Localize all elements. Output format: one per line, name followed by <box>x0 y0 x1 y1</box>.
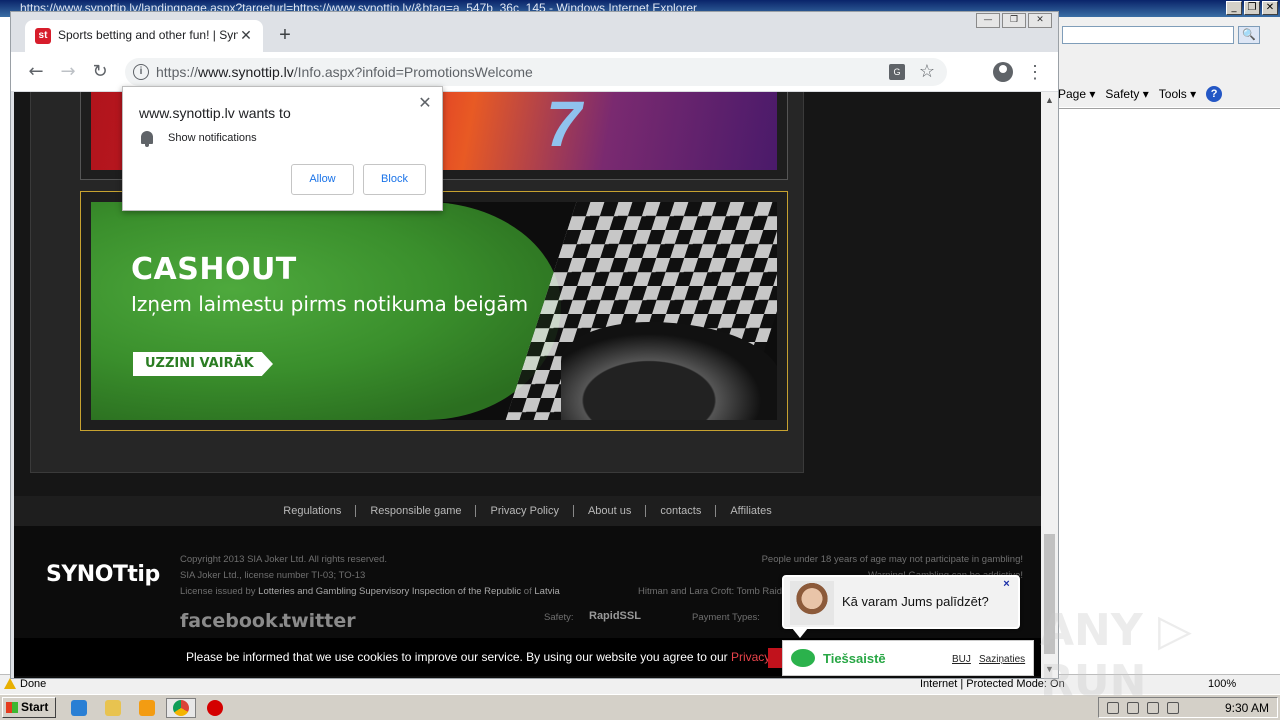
chat-prompt-bubble[interactable]: Kā varam Jums palīdzēt? × <box>782 575 1020 629</box>
footer-link-affiliates[interactable]: Affiliates <box>716 505 785 517</box>
license-text: SIA Joker Ltd., license number TI-03; TO… <box>180 570 366 581</box>
taskbar-security-icon[interactable] <box>200 698 230 718</box>
license-of: of <box>523 586 532 597</box>
back-button[interactable]: ← <box>24 60 48 84</box>
license-prefix: License issued by <box>180 586 256 597</box>
chrome-minimize-button[interactable]: — <box>976 13 1000 28</box>
url-path: /Info.aspx?infoid=PromotionsWelcome <box>293 64 533 80</box>
ie-search-input[interactable] <box>1062 26 1234 44</box>
help-icon[interactable]: ? <box>1206 86 1223 102</box>
profile-icon[interactable] <box>993 62 1013 82</box>
start-button[interactable]: Start <box>2 697 56 718</box>
facebook-link[interactable]: facebook. <box>180 610 285 632</box>
ie-menu-safety[interactable]: Safety ▾ <box>1105 87 1148 101</box>
url-host: www.synottip.lv <box>198 64 294 80</box>
footer-nav: Regulations Responsible game Privacy Pol… <box>14 496 1041 526</box>
taskbar-folder-icon[interactable] <box>98 698 128 718</box>
ie-menu-page[interactable]: Page ▾ <box>1058 87 1095 101</box>
payment-types-label: Payment Types: <box>692 612 760 623</box>
slot-seven-graphic: 7 <box>546 92 582 160</box>
taskbar-media-icon[interactable] <box>132 698 162 718</box>
notification-dialog-title: www.synottip.lv wants to <box>139 105 291 121</box>
close-icon[interactable]: × <box>1001 579 1012 590</box>
windows-logo-icon <box>6 702 18 713</box>
chat-bubble-pointer <box>792 628 808 638</box>
allow-button[interactable]: Allow <box>291 164 354 195</box>
chat-bar[interactable]: Tiešsaistē BUJ Saziņaties <box>782 640 1034 676</box>
footer-link-about-us[interactable]: About us <box>574 505 647 517</box>
chat-contacts-link[interactable]: Saziņaties <box>979 654 1025 665</box>
scroll-up-arrow-icon[interactable]: ▲ <box>1041 92 1058 109</box>
footer-link-contacts[interactable]: contacts <box>646 505 717 517</box>
ie-close-button[interactable]: ✕ <box>1262 1 1278 15</box>
translate-icon[interactable]: G <box>889 64 905 80</box>
ie-restore-button[interactable]: ❐ <box>1244 1 1260 15</box>
forward-button[interactable]: → <box>56 60 80 84</box>
chat-icon <box>791 649 815 667</box>
taskbar-chrome-icon[interactable] <box>166 698 196 718</box>
license-authority-link[interactable]: Lotteries and Gambling Supervisory Inspe… <box>258 586 521 597</box>
url-scheme: https:// <box>156 64 199 80</box>
twitter-link[interactable]: twitter <box>282 610 356 632</box>
tab-title: Sports betting and other fun! | Synot <box>58 28 238 42</box>
learn-more-button[interactable]: UZZINI VAIRĀK <box>133 352 273 376</box>
ie-minimize-button[interactable]: _ <box>1226 1 1242 15</box>
cookie-text: Please be informed that we use cookies t… <box>186 638 806 676</box>
footer-link-regulations[interactable]: Regulations <box>269 505 357 517</box>
notification-permission-text: Show notifications <box>168 132 257 144</box>
license-country-link[interactable]: Latvia <box>534 586 559 597</box>
search-icon[interactable]: 🔍 <box>1238 26 1260 44</box>
chrome-close-button[interactable]: ✕ <box>1028 13 1052 28</box>
age-warning: People under 18 years of age may not par… <box>761 554 1023 565</box>
synottip-logo[interactable]: SYNOTtip <box>46 562 160 587</box>
address-bar[interactable]: i https://www.synottip.lv/Info.aspx?info… <box>125 58 947 86</box>
chrome-restore-button[interactable]: ❐ <box>1002 13 1026 28</box>
chat-question: Kā varam Jums palīdzēt? <box>842 594 989 609</box>
chat-status[interactable]: Tiešsaistē <box>823 651 886 666</box>
new-tab-button[interactable]: + <box>273 24 297 48</box>
bookmark-star-icon[interactable]: ☆ <box>919 61 935 82</box>
synottip-favicon-icon: st <box>35 28 51 44</box>
info-icon[interactable]: i <box>133 64 149 80</box>
cashout-subtitle: Izņem laimestu pirms notikuma beigām <box>131 292 529 316</box>
cashout-title: CASHOUT <box>131 252 297 287</box>
cookie-message: Please be informed that we use cookies t… <box>186 650 731 664</box>
start-label: Start <box>21 700 49 714</box>
close-icon[interactable]: ✕ <box>237 26 255 44</box>
tab-strip: st Sports betting and other fun! | Synot… <box>11 12 1058 52</box>
warning-icon <box>4 678 16 689</box>
ie-content-area <box>1058 108 1280 674</box>
page-scrollbar[interactable]: ▲ ▼ <box>1041 92 1058 678</box>
promo-banner-cashout[interactable]: CASHOUT Izņem laimestu pirms notikuma be… <box>80 191 788 431</box>
license-issued-text: License issued by Lotteries and Gambling… <box>180 586 560 597</box>
menu-icon[interactable]: ⋮ <box>1025 60 1045 84</box>
anyrun-watermark: ANY ▷ RUN <box>1040 605 1192 707</box>
rapidssl-badge: RapidSSL <box>589 610 641 622</box>
safety-label: Safety: <box>544 612 574 623</box>
url-text[interactable]: https://www.synottip.lv/Info.aspx?infoid… <box>156 64 533 80</box>
tab-synottip[interactable]: st Sports betting and other fun! | Synot… <box>25 20 263 52</box>
ie-command-bar: Page ▾ Safety ▾ Tools ▾ ? <box>1058 84 1223 104</box>
footer-link-privacy-policy[interactable]: Privacy Policy <box>476 505 574 517</box>
copyright-text: Copyright 2013 SIA Joker Ltd. All rights… <box>180 554 387 565</box>
cashout-banner-image: CASHOUT Izņem laimestu pirms notikuma be… <box>91 202 777 420</box>
chat-agent-avatar <box>790 581 834 625</box>
taskbar-ie-icon[interactable] <box>64 698 94 718</box>
ie-menu-tools[interactable]: Tools ▾ <box>1159 87 1196 101</box>
block-button[interactable]: Block <box>363 164 426 195</box>
bell-icon <box>141 131 153 147</box>
notification-permission-dialog: www.synottip.lv wants to ✕ Show notifica… <box>122 86 443 211</box>
trademark-note: Hitman and Lara Croft: Tomb Raider <box>638 586 791 597</box>
close-icon[interactable]: ✕ <box>416 95 434 113</box>
chat-faq-link[interactable]: BUJ <box>952 654 971 665</box>
footer-link-responsible-game[interactable]: Responsible game <box>356 505 477 517</box>
reload-button[interactable]: ↻ <box>88 60 112 84</box>
